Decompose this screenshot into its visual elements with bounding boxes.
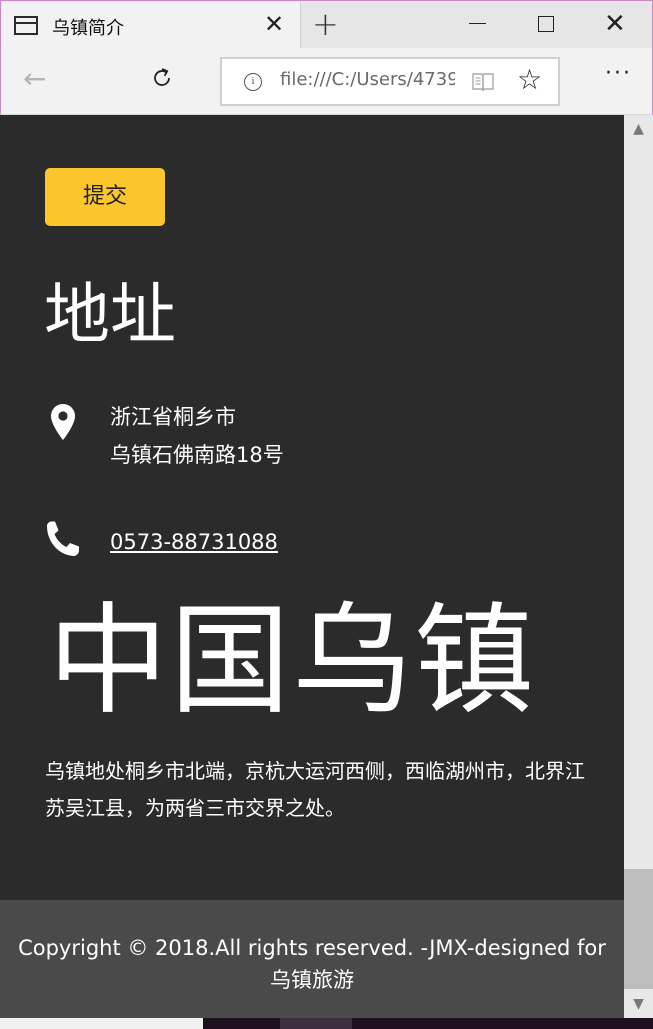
info-icon[interactable]: i (244, 73, 262, 91)
page-icon (14, 16, 38, 35)
description-text: 乌镇地处桐乡市北端，京杭大运河西侧，西临湖州市，北界江苏吴江县，为两省三市交界之… (45, 759, 585, 820)
address-bar[interactable]: i file:///C:/Users/4739 ☆ (220, 57, 560, 106)
address-line-2: 乌镇石佛南路18号 (110, 443, 284, 467)
browser-tab[interactable]: 乌镇简介 ✕ (2, 2, 301, 49)
taskbar-item[interactable] (280, 1018, 352, 1029)
main-title: 中国乌镇 (48, 592, 536, 731)
address-line-1: 浙江省桐乡市 (110, 405, 236, 429)
footer: Copyright © 2018.All rights reserved. -J… (0, 900, 624, 1018)
taskbar-strip (0, 1018, 653, 1029)
minimize-button[interactable] (469, 23, 486, 24)
vertical-scrollbar[interactable]: ▲ ▼ (624, 115, 653, 1018)
scroll-up-arrow-icon[interactable]: ▲ (624, 115, 653, 143)
submit-button[interactable]: 提交 (45, 168, 165, 226)
window-close-button[interactable]: ✕ (604, 9, 626, 39)
page-content: 提交 地址 浙江省桐乡市 乌镇石佛南路18号 0573-88731088 中国乌… (0, 115, 624, 900)
reading-view-icon[interactable] (472, 72, 494, 92)
phone-icon (47, 521, 79, 556)
scroll-down-arrow-icon[interactable]: ▼ (624, 991, 653, 1018)
scroll-thumb[interactable] (624, 869, 653, 989)
address-heading: 地址 (44, 276, 176, 353)
location-pin-icon (51, 404, 75, 440)
navigation-bar: ← i file:///C:/Users/4739 ☆ ··· (0, 48, 653, 115)
tab-bar: 乌镇简介 ✕ + ✕ (0, 0, 653, 49)
refresh-icon[interactable] (150, 66, 174, 90)
url-text[interactable]: file:///C:/Users/4739 (280, 69, 455, 90)
more-menu-icon[interactable]: ··· (605, 62, 632, 86)
tab-close-icon[interactable]: ✕ (264, 12, 284, 36)
maximize-button[interactable] (538, 16, 554, 32)
new-tab-button[interactable]: + (312, 7, 339, 41)
favorite-star-icon[interactable]: ☆ (517, 65, 542, 95)
back-arrow-icon[interactable]: ← (23, 64, 46, 94)
phone-number-link[interactable]: 0573-88731088 (110, 528, 278, 556)
tab-title: 乌镇简介 (52, 18, 124, 39)
taskbar-dark-area (203, 1018, 653, 1029)
copyright-text: Copyright © 2018.All rights reserved. -J… (18, 936, 606, 992)
